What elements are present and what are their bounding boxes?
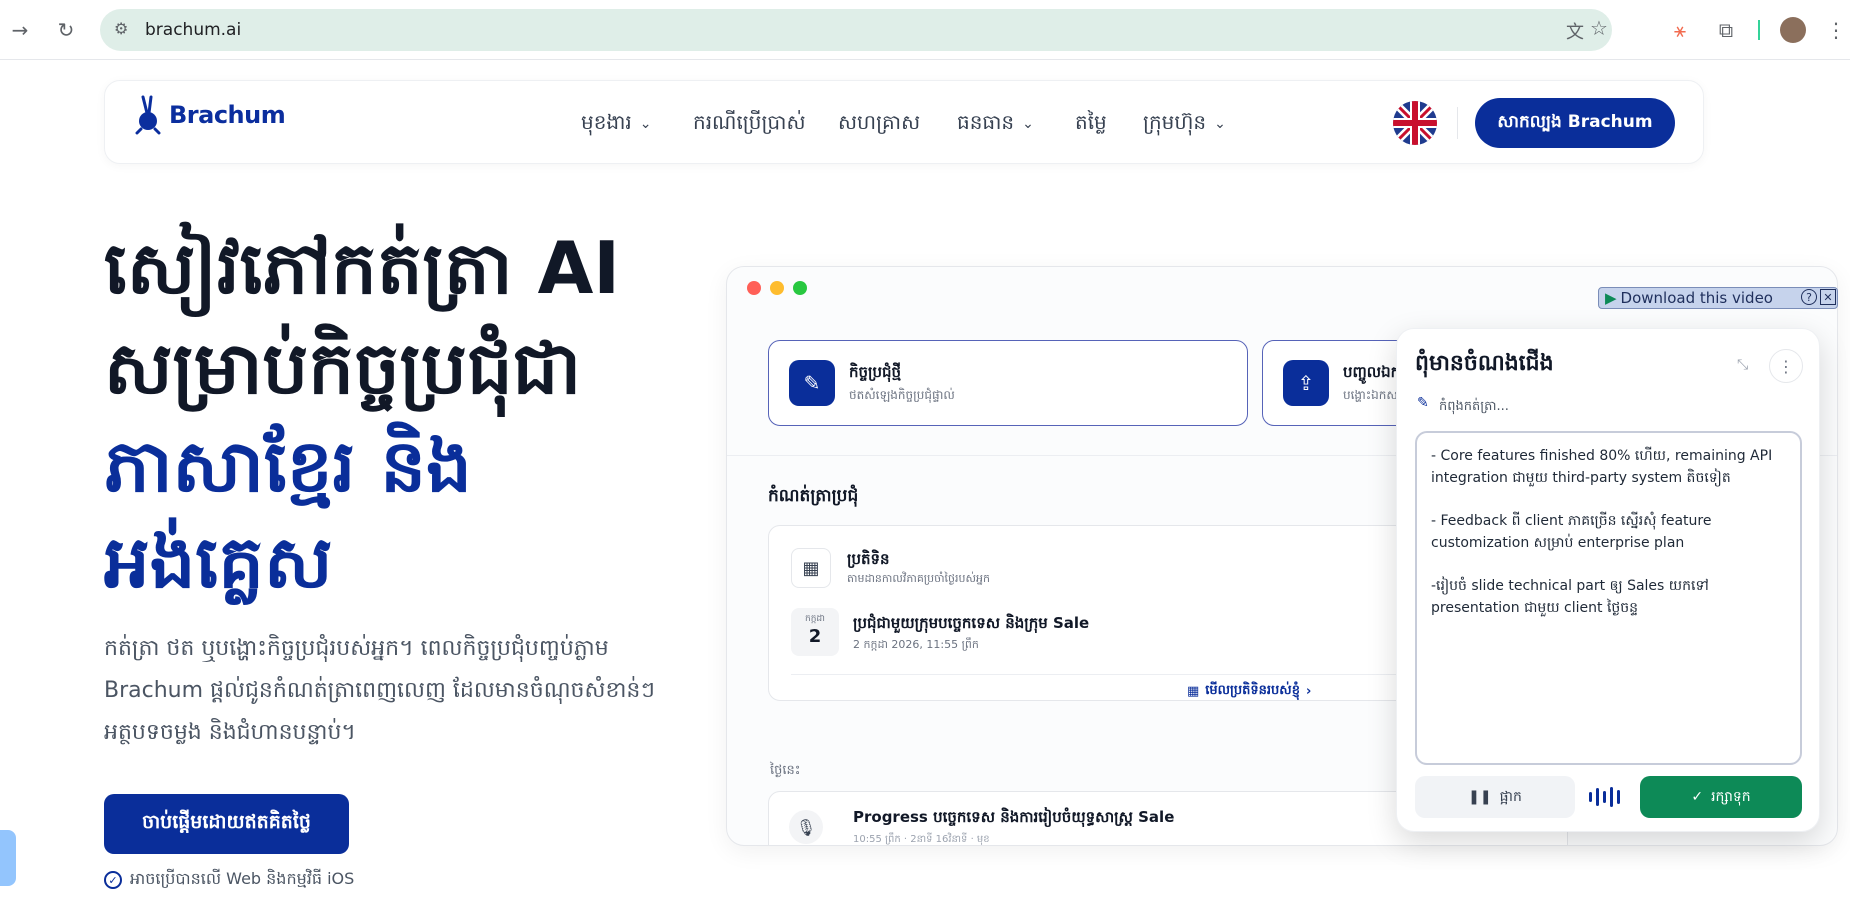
recording-status: កំពុងកត់ត្រា... (1439, 399, 1509, 414)
chevron-right-icon: › (1305, 684, 1312, 699)
calendar-card: ▦ ប្រតិទិន តាមដានកាលវិភាគប្រចាំថ្ងៃរបស់អ… (768, 525, 1468, 701)
site-info-icon[interactable]: ⚙ (114, 19, 128, 38)
hero-title-line-1: សៀវភៅកត់ត្រា AI (104, 226, 621, 310)
nav-features-label: មុខងារ (581, 110, 632, 134)
close-icon[interactable]: ✕ (1820, 289, 1836, 305)
pause-button[interactable]: ❚❚ ផ្អាក (1415, 776, 1575, 818)
chevron-down-icon: ⌄ (1214, 116, 1226, 132)
event-title[interactable]: ប្រជុំជាមួយក្រុមបច្ចេកទេស និងក្រុម Sale (853, 614, 1089, 636)
new-meeting-subtitle: ថតសំឡេងកិច្ចប្រជុំផ្ទាល់ (849, 388, 955, 402)
nav-company[interactable]: ក្រុមហ៊ុន ⌄ (1143, 109, 1226, 139)
check-circle-icon: ✓ (104, 871, 122, 889)
reload-icon[interactable]: ↻ (50, 14, 82, 46)
extensions-puzzle-icon[interactable]: ⧉ (1710, 14, 1742, 46)
note-line-1: - Core features finished 80% ហើយ, remain… (1431, 448, 1773, 486)
availability-text: អាចប្រើបានលើ Web និងកម្មវិធី iOS (130, 869, 355, 888)
new-meeting-card[interactable]: ✎ កិច្ចប្រជុំថ្មី ថតសំឡេងកិច្ចប្រជុំផ្ទា… (768, 340, 1248, 426)
more-options-icon[interactable]: ⋮ (1769, 349, 1803, 383)
toolbar-divider (1758, 20, 1760, 40)
recording-panel: ពុំមានចំណងជើង ⤡ ⋮ ✎ កំពុងកត់ត្រា... - Co… (1396, 328, 1820, 832)
calendar-icon: ▦ (791, 548, 831, 588)
audio-waveform (1589, 787, 1620, 807)
hero-desc-line-2: Brachum ផ្ដល់ជូនកំណត់ត្រាពេញលេញ ដែលមានចំ… (104, 678, 655, 703)
url-text[interactable]: brachum.ai (145, 20, 241, 40)
calendar-subtitle: តាមដានកាលវិភាគប្រចាំថ្ងៃរបស់អ្នក (847, 572, 990, 585)
nav-pricing[interactable]: តម្លៃ (1075, 109, 1107, 139)
microphone-icon: 🎙 (789, 810, 823, 844)
hero-title-line-3: ភាសាខ្មែរ និង (104, 424, 472, 508)
hero-desc-line-3: អត្ថបទចម្លង និងជំហានបន្ទាប់។ (104, 720, 356, 745)
browser-toolbar: → ↻ ⚙ brachum.ai 文 ☆ ⚹ ⧉ ⋮ (0, 0, 1850, 60)
nav-use-cases-label: ករណីប្រើប្រាស់ (693, 110, 806, 134)
event-time: 2 កក្កដា 2026, 11:55 ព្រឹក (853, 638, 979, 651)
nav-enterprise-label: សហគ្រាស (838, 110, 921, 134)
meeting-notes-heading: កំណត់ត្រាប្រជុំ (768, 486, 859, 506)
new-meeting-title: កិច្ចប្រជុំថ្មី (849, 363, 902, 381)
site-header: Brachum មុខងារ ⌄ ករណីប្រើប្រាស់ សហគ្រាស … (104, 80, 1704, 164)
edit-note-icon: ✎ (789, 360, 835, 406)
check-icon: ✓ (1691, 789, 1704, 805)
nav-enterprise[interactable]: សហគ្រាស (838, 109, 920, 139)
window-minimize-dot (770, 281, 784, 295)
profile-avatar[interactable] (1780, 17, 1806, 43)
pause-label: ផ្អាក (1499, 788, 1522, 805)
window-maximize-dot (793, 281, 807, 295)
view-calendar-link[interactable]: ▦ មើលប្រតិទិនរបស់ខ្ញុំ › (1187, 682, 1311, 701)
pause-icon: ❚❚ (1468, 789, 1492, 805)
rabbit-logo-icon (135, 95, 161, 135)
event-month: កក្កដា (805, 614, 825, 624)
side-feedback-tab[interactable] (0, 830, 16, 886)
nav-pricing-label: តម្លៃ (1075, 110, 1107, 134)
note-line-2: - Feedback ពី client ភាគច្រើន ស្នើរសុំ f… (1431, 513, 1712, 551)
nav-use-cases[interactable]: ករណីប្រើប្រាស់ (693, 109, 806, 139)
import-file-title: បញ្ចូលឯក (1343, 363, 1401, 381)
availability-note: ✓ អាចប្រើបានលើ Web និងកម្មវិធី iOS (104, 868, 354, 892)
chevron-down-icon: ⌄ (1022, 116, 1034, 132)
nav-features[interactable]: មុខងារ ⌄ (581, 109, 652, 139)
translate-icon[interactable]: 文 (1566, 18, 1584, 44)
calendar-small-icon: ▦ (1187, 684, 1200, 699)
hero-description: កត់ត្រា ថត ឬបង្ហោះកិច្ចប្រជុំរបស់អ្នក។ ព… (104, 628, 684, 754)
window-close-dot (747, 281, 761, 295)
nav-resources-label: ធនធាន (957, 110, 1015, 134)
brachum-logo[interactable]: Brachum (135, 95, 286, 135)
view-calendar-label: មើលប្រតិទិនរបស់ខ្ញុំ (1205, 683, 1300, 698)
today-label: ថ្ងៃនេះ (770, 763, 801, 778)
calendar-divider (791, 674, 1447, 675)
chevron-down-icon: ⌄ (639, 116, 652, 132)
event-day: 2 (808, 626, 822, 647)
recording-title: Progress បច្ចេកទេស និងការរៀបចំយុទ្ធសាស្ត… (853, 808, 1175, 826)
menu-kebab-icon[interactable]: ⋮ (1826, 14, 1846, 46)
note-line-3: -រៀបចំ slide technical part ឲ្យ Sales យក… (1431, 578, 1709, 616)
forward-icon[interactable]: → (4, 14, 36, 46)
hero-title-line-4: អង់គ្លេស (104, 520, 333, 604)
bookmark-star-icon[interactable]: ☆ (1590, 16, 1608, 40)
header-divider (1457, 107, 1458, 139)
save-label: រក្សាទុក (1711, 788, 1751, 805)
start-free-button[interactable]: ចាប់ផ្ដើមដោយឥតគិតថ្លៃ (104, 794, 349, 854)
panel-title: ពុំមានចំណងជើង (1415, 351, 1554, 376)
hero-title-line-2: សម្រាប់កិច្ចប្រជុំជា (104, 326, 582, 410)
play-icon: ▶ (1605, 289, 1617, 307)
address-bar[interactable]: ⚙ brachum.ai 文 ☆ (100, 9, 1612, 51)
download-video-label: Download this video (1620, 289, 1773, 307)
try-brachum-button[interactable]: សាកល្បង Brachum (1475, 98, 1675, 148)
upload-icon: ⇪ (1283, 360, 1329, 406)
recording-rabbit-icon: ✎ (1417, 395, 1429, 411)
nav-resources[interactable]: ធនធាន ⌄ (957, 109, 1034, 139)
logo-text: Brachum (169, 101, 286, 129)
event-date-badge: កក្កដា 2 (791, 608, 839, 656)
nav-company-label: ក្រុមហ៊ុន (1143, 110, 1207, 134)
notes-textarea[interactable]: - Core features finished 80% ហើយ, remain… (1415, 431, 1802, 765)
recording-meta: 10:55 ព្រឹក · 2នាទី 16វិនាទី · មុខ (853, 834, 990, 845)
calendar-title: ប្រតិទិន (847, 550, 890, 568)
extension-share-icon[interactable]: ⚹ (1664, 14, 1696, 46)
collapse-icon[interactable]: ⤡ (1737, 357, 1748, 373)
help-icon[interactable]: ? (1801, 289, 1817, 305)
download-video-bar[interactable]: ▶ Download this video ? ✕ (1598, 287, 1838, 309)
language-flag-uk-icon[interactable] (1393, 101, 1437, 145)
hero-desc-line-1: កត់ត្រា ថត ឬបង្ហោះកិច្ចប្រជុំរបស់អ្នក។ ព… (104, 636, 609, 661)
save-button[interactable]: ✓ រក្សាទុក (1640, 776, 1802, 818)
